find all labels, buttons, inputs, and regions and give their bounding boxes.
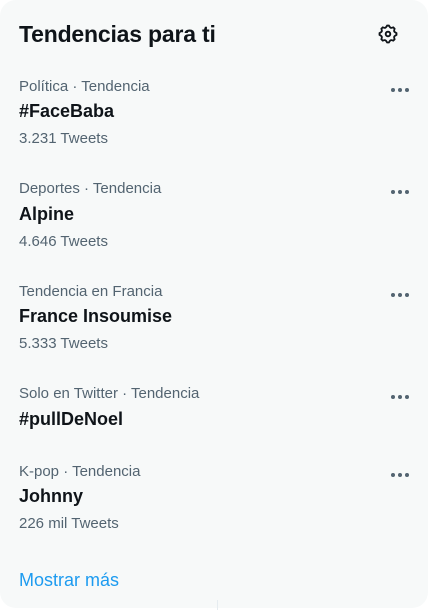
more-options-icon[interactable] <box>388 466 412 484</box>
trend-name: France Insoumise <box>19 306 173 326</box>
more-options-icon[interactable] <box>388 183 412 201</box>
trend-meta: Política · Tendencia <box>19 78 150 95</box>
more-options-icon[interactable] <box>388 388 412 406</box>
trend-count: 3.231 Tweets <box>19 130 108 147</box>
trend-count: 5.333 Tweets <box>19 335 108 352</box>
trends-title: Tendencias para ti <box>19 20 216 47</box>
trend-count: 4.646 Tweets <box>19 233 108 250</box>
trend-name: Alpine <box>19 204 75 224</box>
trend-meta: Deportes · Tendencia <box>19 180 162 197</box>
trends-panel: Tendencias para ti Política · Tendencia … <box>0 0 428 608</box>
trend-meta: K-pop · Tendencia <box>19 463 141 480</box>
show-more-link[interactable]: Mostrar más <box>19 570 119 591</box>
more-options-icon[interactable] <box>388 81 412 99</box>
trends-header: Tendencias para ti <box>19 16 412 52</box>
gear-icon[interactable] <box>375 21 401 47</box>
trend-name: #pullDeNoel <box>19 409 124 429</box>
trend-name: #FaceBaba <box>19 101 115 121</box>
more-options-icon[interactable] <box>388 286 412 304</box>
trend-count: 226 mil Tweets <box>19 515 119 532</box>
divider <box>217 600 218 610</box>
trend-name: Johnny <box>19 486 84 506</box>
trend-meta: Solo en Twitter · Tendencia <box>19 385 200 402</box>
trend-meta: Tendencia en Francia <box>19 283 163 300</box>
